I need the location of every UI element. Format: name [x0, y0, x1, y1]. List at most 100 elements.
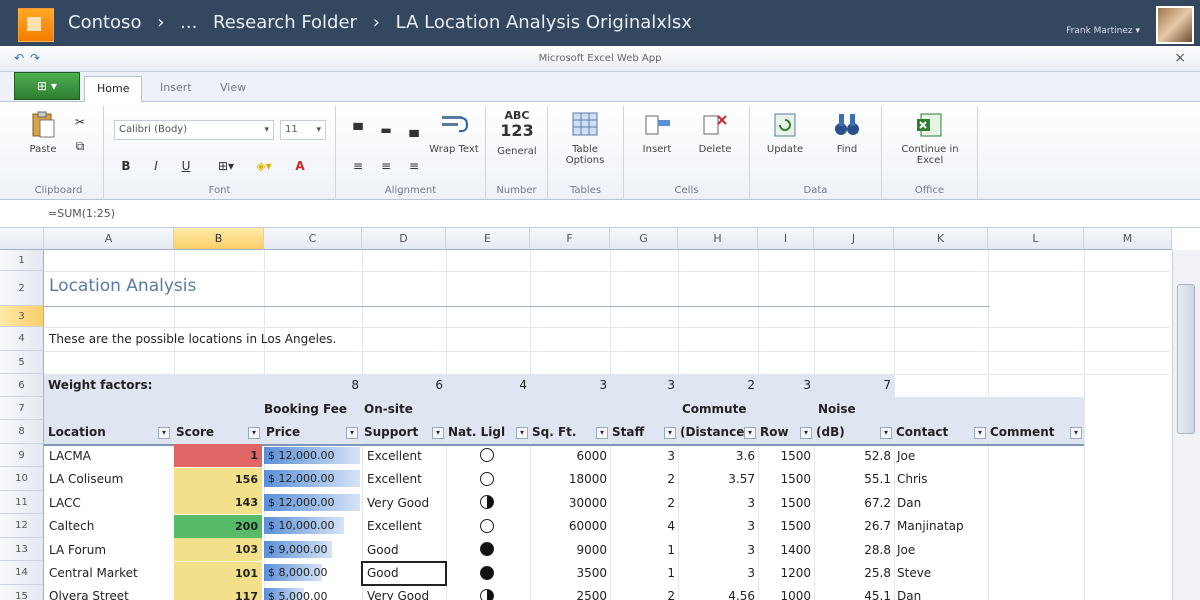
table-cell-distance[interactable]: 4.56 [678, 589, 758, 600]
column-header-g[interactable]: G [610, 228, 678, 250]
font-name-select[interactable]: Calibri (Body) [114, 120, 274, 140]
select-all-corner[interactable] [0, 228, 44, 250]
filter-dropdown-icon[interactable]: ▾ [664, 427, 676, 439]
underline-button[interactable]: U [178, 158, 194, 174]
table-cell-db[interactable]: 25.8 [814, 566, 894, 580]
weight-noise[interactable]: 7 [814, 378, 894, 392]
column-header-i[interactable]: I [758, 228, 814, 250]
table-cell-location[interactable]: Central Market [46, 566, 141, 580]
table-cell-location[interactable]: LACMA [46, 449, 94, 463]
header-support[interactable]: Support ▾ [364, 425, 446, 439]
weight-support[interactable]: 6 [362, 378, 446, 392]
table-cell-score[interactable]: 1 [174, 444, 262, 467]
table-cell-row[interactable]: 1500 [758, 449, 814, 463]
table-cell-db[interactable]: 67.2 [814, 496, 894, 510]
align-middle-icon[interactable]: ▬ [378, 122, 394, 138]
header-distance[interactable]: (Distance ▾ [680, 425, 758, 439]
breadcrumb-ellipsis[interactable]: ... [180, 12, 197, 33]
table-cell-score[interactable]: 103 [174, 538, 262, 561]
breadcrumb-site[interactable]: Contoso [68, 12, 141, 33]
header-row[interactable]: Row ▾ [760, 425, 814, 439]
table-cell-sqft[interactable]: 2500 [530, 589, 610, 600]
bold-button[interactable]: B [118, 158, 134, 174]
table-cell-price[interactable]: $ 9,000.00 [264, 539, 360, 560]
table-cell-sqft[interactable]: 18000 [530, 472, 610, 486]
align-right-icon[interactable]: ≡ [406, 158, 422, 174]
weight-row[interactable]: 3 [758, 378, 814, 392]
row-header[interactable]: 5 [0, 351, 44, 374]
table-cell-distance[interactable]: 3.57 [678, 472, 758, 486]
align-bottom-icon[interactable]: ▄ [406, 122, 422, 138]
table-cell-contact[interactable]: Dan [894, 496, 924, 510]
table-cell-db[interactable]: 55.1 [814, 472, 894, 486]
table-cell-contact[interactable]: Chris [894, 472, 931, 486]
filter-dropdown-icon[interactable]: ▾ [158, 427, 170, 439]
table-options-button[interactable]: Table Options [558, 110, 612, 166]
table-cell-contact[interactable]: Dan [894, 589, 924, 600]
row-header[interactable]: 4 [0, 327, 44, 351]
filter-dropdown-icon[interactable]: ▾ [744, 427, 756, 439]
row-header[interactable]: 14 [0, 561, 44, 585]
header-booking-fee[interactable]: Booking Fee [264, 402, 347, 416]
update-button[interactable]: Update [758, 110, 812, 155]
header-price[interactable]: Price ▾ [266, 425, 362, 439]
column-header-m[interactable]: M [1084, 228, 1172, 250]
table-cell-location[interactable]: Olvera Street [46, 589, 132, 600]
table-cell-contact[interactable]: Joe [894, 543, 918, 557]
cut-icon[interactable]: ✂ [72, 114, 88, 130]
row-header[interactable]: 8 [0, 420, 44, 444]
table-cell-staff[interactable]: 1 [610, 543, 678, 557]
table-cell-contact[interactable]: Joe [894, 449, 918, 463]
row-header[interactable]: 10 [0, 467, 44, 491]
sheet-subtitle[interactable]: These are the possible locations in Los … [46, 332, 339, 346]
table-cell-support[interactable]: Very Good [364, 589, 432, 600]
weight-factors-label[interactable]: Weight factors: [48, 378, 152, 392]
column-header-h[interactable]: H [678, 228, 758, 250]
table-cell-sqft[interactable]: 60000 [530, 519, 610, 533]
table-cell-score[interactable]: 200 [174, 515, 262, 538]
sharepoint-logo-icon[interactable] [18, 8, 54, 42]
table-cell-distance[interactable]: 3 [678, 519, 758, 533]
formula-text[interactable]: =SUM(1:25) [48, 207, 115, 220]
table-cell-staff[interactable]: 2 [610, 496, 678, 510]
row-header[interactable]: 1 [0, 250, 44, 271]
avatar[interactable] [1156, 6, 1194, 44]
header-location[interactable]: Location ▾ [48, 425, 174, 439]
weight-light[interactable]: 4 [446, 378, 530, 392]
close-icon[interactable]: × [1174, 50, 1186, 66]
column-header-c[interactable]: C [264, 228, 362, 250]
row-header[interactable]: 3 [0, 306, 44, 327]
table-cell-distance[interactable]: 3 [678, 566, 758, 580]
table-cell-distance[interactable]: 3.6 [678, 449, 758, 463]
header-comment[interactable]: Comment ▾ [990, 425, 1084, 439]
vertical-scrollbar[interactable] [1172, 250, 1200, 600]
insert-cells-button[interactable]: Insert [630, 110, 684, 155]
filter-dropdown-icon[interactable]: ▾ [596, 427, 608, 439]
column-header-d[interactable]: D [362, 228, 446, 250]
table-cell-score[interactable]: 143 [174, 491, 262, 514]
table-cell-distance[interactable]: 3 [678, 543, 758, 557]
header-natural-light[interactable]: Nat. Ligl ▾ [448, 425, 530, 439]
table-cell-row[interactable]: 1200 [758, 566, 814, 580]
font-color-button[interactable]: A [288, 158, 312, 174]
row-header[interactable]: 7 [0, 397, 44, 420]
row-header[interactable]: 13 [0, 538, 44, 561]
table-cell-location[interactable]: LA Coliseum [46, 472, 126, 486]
active-cell-selection[interactable] [361, 561, 447, 586]
italic-button[interactable]: I [148, 158, 164, 174]
table-cell-score[interactable]: 101 [174, 562, 262, 585]
header-staff[interactable]: Staff ▾ [612, 425, 678, 439]
table-cell-row[interactable]: 1400 [758, 543, 814, 557]
table-cell-location[interactable]: LA Forum [46, 543, 109, 557]
spreadsheet-grid[interactable]: A B C D E F G H I J K L M 1 2 3 4 5 6 7 … [0, 228, 1200, 600]
align-top-icon[interactable]: ▀ [350, 122, 366, 138]
table-cell-support[interactable]: Excellent [364, 449, 425, 463]
table-cell-row[interactable]: 1500 [758, 496, 814, 510]
header-score[interactable]: Score ▾ [176, 425, 264, 439]
filter-dropdown-icon[interactable]: ▾ [974, 427, 986, 439]
breadcrumb-folder[interactable]: Research Folder [213, 12, 357, 33]
filter-dropdown-icon[interactable]: ▾ [346, 427, 358, 439]
formula-bar[interactable]: =SUM(1:25) [0, 200, 1200, 228]
table-cell-db[interactable]: 52.8 [814, 449, 894, 463]
table-cell-db[interactable]: 28.8 [814, 543, 894, 557]
